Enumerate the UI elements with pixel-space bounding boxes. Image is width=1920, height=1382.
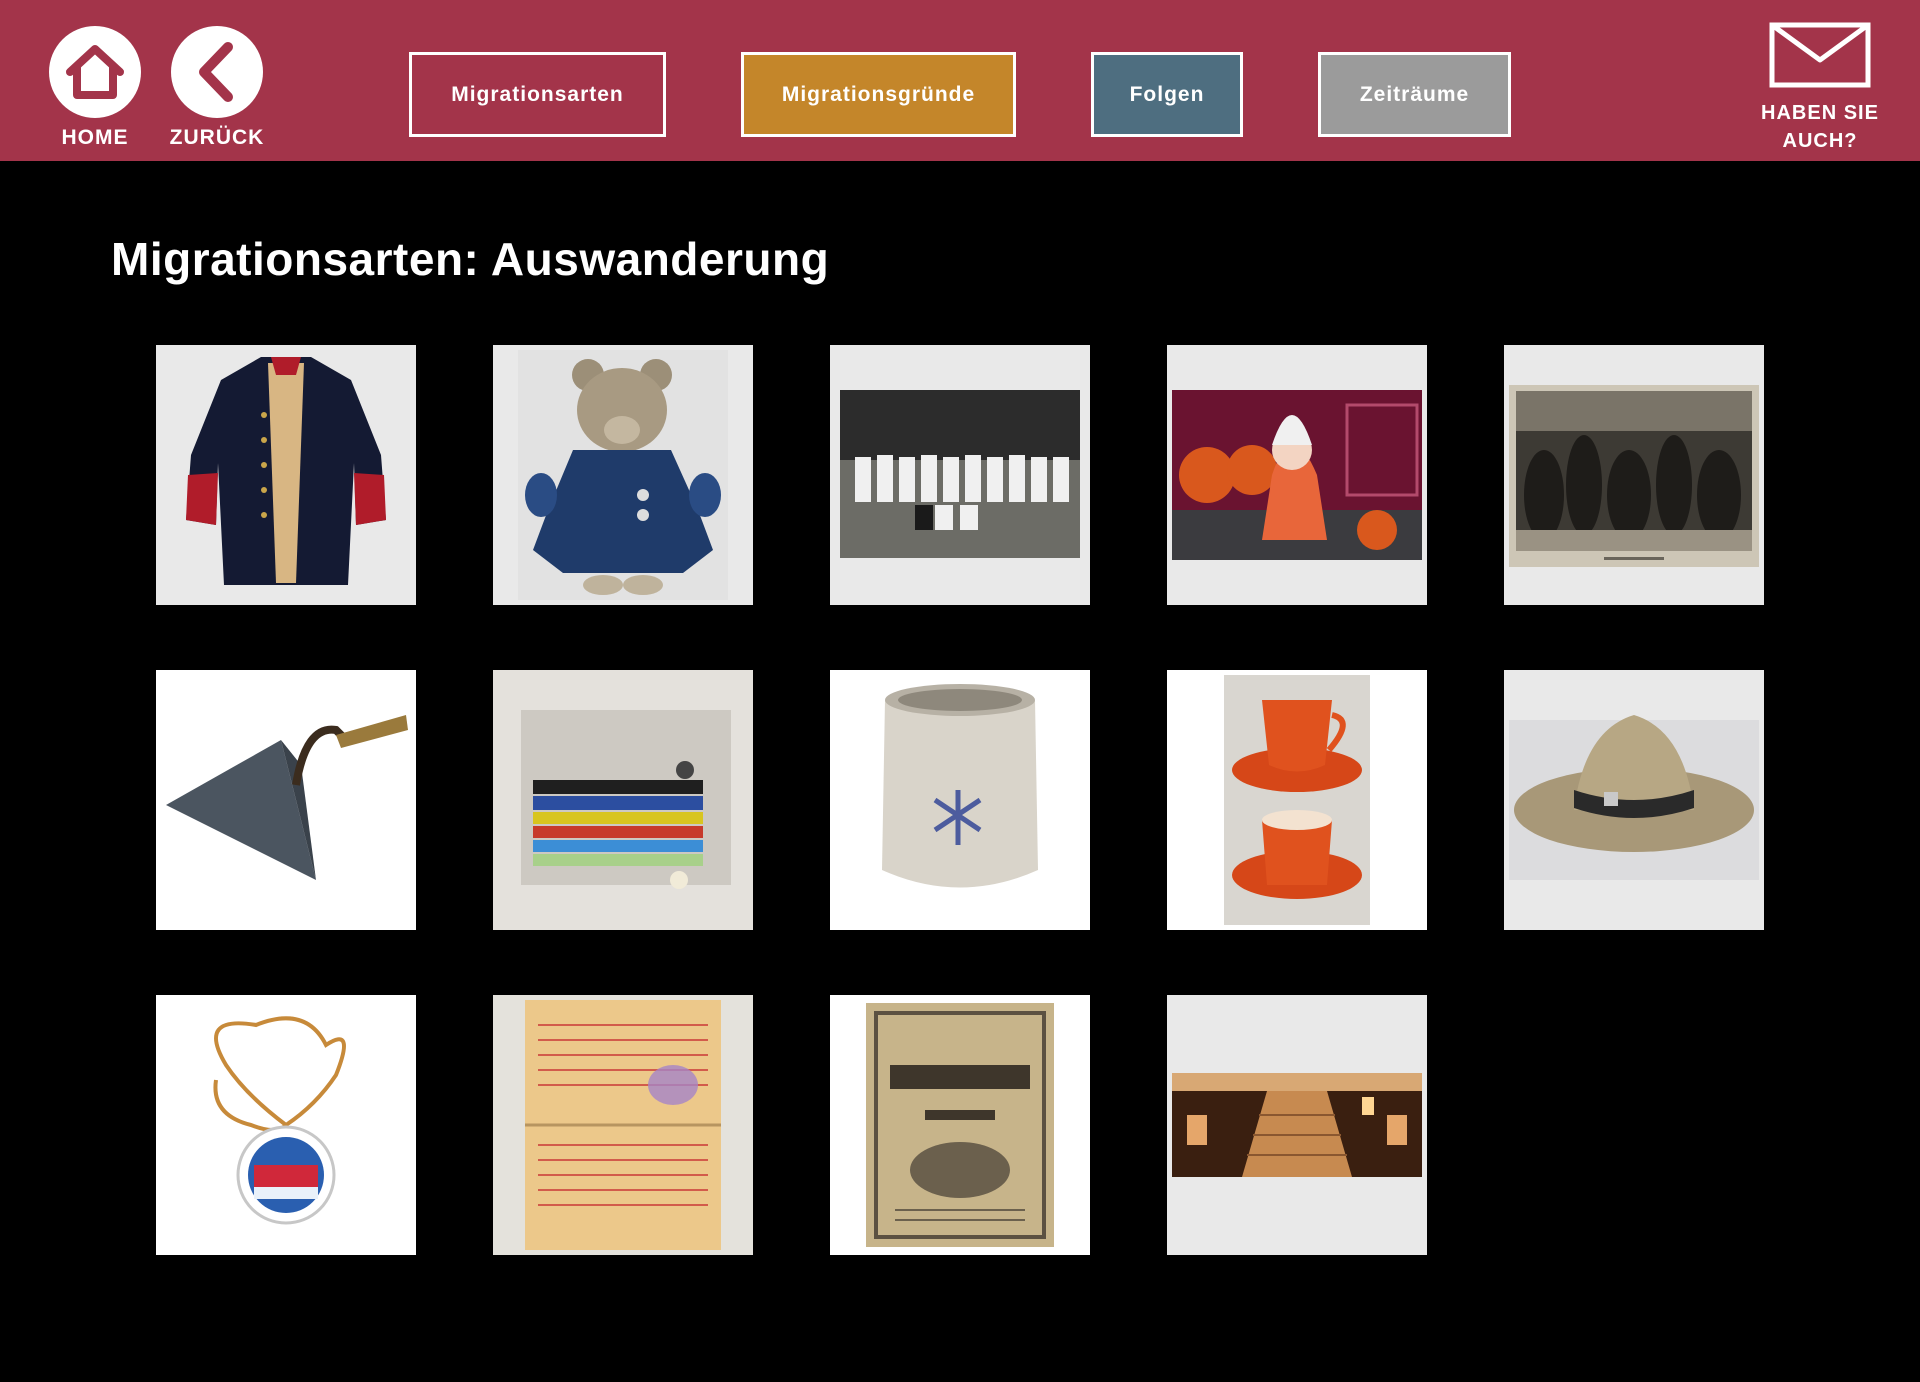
medal-necklace-icon (156, 995, 416, 1255)
object-tile-team-photo[interactable] (830, 345, 1090, 605)
object-tile-cups[interactable] (1167, 670, 1427, 930)
home-label: HOME (61, 126, 129, 149)
category-zeitraeume-button[interactable]: Zeiträume (1318, 52, 1511, 137)
teddy-bear-icon (518, 350, 728, 600)
staircase-hall-icon (1172, 1073, 1422, 1177)
child-pumpkins-photo-icon (1172, 390, 1422, 560)
object-tile-calendar[interactable] (830, 995, 1090, 1255)
object-tile-staircase[interactable] (1167, 995, 1427, 1255)
coat-icon (186, 357, 386, 585)
calendar-booklet-icon (830, 995, 1090, 1255)
object-tile-sewing-kit[interactable] (493, 670, 753, 930)
object-tile-medal[interactable] (156, 995, 416, 1255)
team-photo-icon (840, 390, 1080, 558)
object-tile-hat[interactable] (1504, 670, 1764, 930)
object-tile-mug[interactable] (830, 670, 1090, 930)
object-tile-coat[interactable] (156, 345, 416, 605)
haben-sie-auch-button[interactable]: HABEN SIE AUCH? (1748, 22, 1892, 155)
sewing-kit-icon (493, 670, 753, 930)
engraving-crowd-icon (1509, 385, 1759, 567)
trowel-icon (156, 670, 416, 930)
chevron-left-icon (171, 26, 263, 118)
top-bar: HOME ZURÜCK Migrationsarten Migrationsgr… (0, 0, 1920, 161)
back-button[interactable]: ZURÜCK (169, 26, 265, 150)
category-migrationsgruende-button[interactable]: Migrationsgründe (741, 52, 1016, 137)
object-tile-child-pumpkins[interactable] (1167, 345, 1427, 605)
category-migrationsarten-button[interactable]: Migrationsarten (409, 52, 666, 137)
home-icon (49, 26, 141, 118)
object-tile-engraving[interactable] (1504, 345, 1764, 605)
cups-saucers-icon (1167, 670, 1427, 930)
object-tile-id-card[interactable] (493, 995, 753, 1255)
envelope-icon (1769, 22, 1871, 88)
identification-card-icon (493, 995, 753, 1255)
mug-icon (830, 670, 1090, 930)
page-title: Migrationsarten: Auswanderung (111, 233, 830, 285)
object-tile-teddy-bear[interactable] (493, 345, 753, 605)
scout-hat-icon (1509, 715, 1759, 880)
category-folgen-button[interactable]: Folgen (1091, 52, 1243, 137)
object-tile-trowel[interactable] (156, 670, 416, 930)
mail-label-line1: HABEN SIE (1761, 102, 1879, 124)
home-button[interactable]: HOME (47, 26, 143, 150)
back-label: ZURÜCK (169, 126, 265, 149)
mail-label-line2: AUCH? (1782, 130, 1858, 152)
